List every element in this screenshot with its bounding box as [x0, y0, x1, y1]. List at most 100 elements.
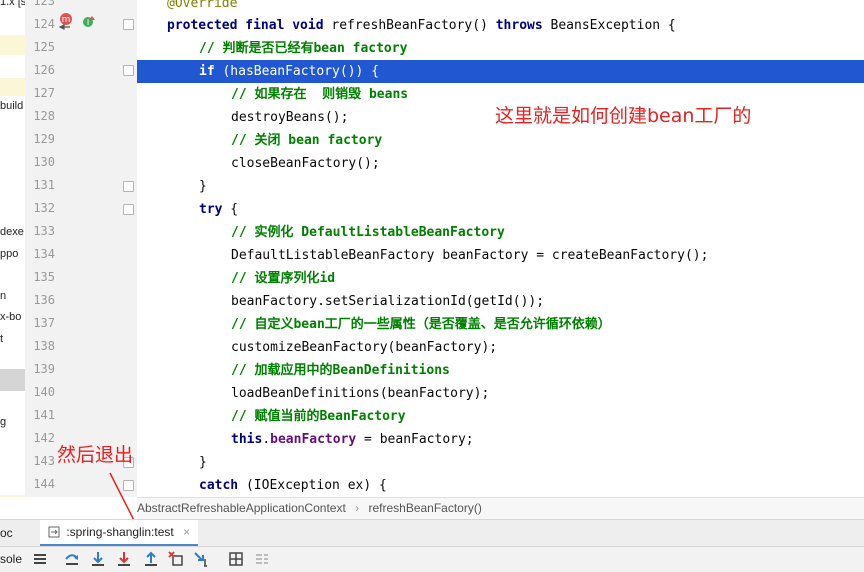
code-text: loadBeanDefinitions(beanFactory);	[231, 386, 490, 401]
implemented-icon[interactable]: I	[82, 14, 96, 30]
current-line: if (hasBeanFactory()) {	[137, 60, 864, 83]
code-text: }	[199, 179, 207, 194]
fold-marker[interactable]	[123, 19, 134, 30]
field-name: beanFactory	[270, 432, 357, 447]
line-number: 141	[33, 408, 55, 422]
code-line: // 关闭 bean factory	[137, 129, 864, 152]
breadcrumb-class[interactable]: AbstractRefreshableApplicationContext	[137, 501, 346, 515]
breadcrumb-method[interactable]: refreshBeanFactory()	[368, 501, 481, 515]
comment: // 实例化 DefaultListableBeanFactory	[231, 225, 505, 240]
code-line: }	[137, 451, 864, 474]
step-into-icon[interactable]	[89, 550, 107, 568]
code-line: // 实例化 DefaultListableBeanFactory	[137, 221, 864, 244]
step-out-icon[interactable]	[142, 550, 160, 568]
fold-marker[interactable]	[123, 65, 134, 76]
breadcrumb: AbstractRefreshableApplicationContext › …	[137, 497, 864, 519]
annotation-note: 然后退出	[57, 444, 134, 466]
keyword: try	[199, 202, 223, 217]
code-text: }	[199, 455, 207, 470]
tree-item-fragment[interactable]: x-bo	[0, 311, 21, 323]
step-over-icon[interactable]	[63, 550, 81, 568]
run-config-icon	[48, 526, 60, 538]
line-number: 128	[33, 109, 55, 123]
code-line: // 设置序列化id	[137, 267, 864, 290]
comment: // 自定义bean工厂的一些属性（是否覆盖、是否允许循环依赖）	[231, 317, 611, 332]
overrides-method-icon[interactable]: m	[58, 12, 76, 32]
fold-marker[interactable]	[123, 181, 134, 192]
line-number: 142	[33, 431, 55, 445]
code-line: loadBeanDefinitions(beanFactory);	[137, 382, 864, 405]
keyword: catch	[199, 478, 239, 493]
selected-row[interactable]	[0, 369, 25, 391]
annotation-note: 这里就是如何创建bean工厂的	[495, 105, 752, 127]
tree-item-fragment[interactable]: 1.x [s	[0, 0, 25, 8]
line-number: 124	[33, 17, 55, 31]
line-number: 140	[33, 385, 55, 399]
highlight-row	[0, 495, 25, 497]
tree-item-fragment[interactable]: ppo	[0, 248, 18, 260]
badge-i-text: I	[87, 18, 89, 27]
comment: // 判断是否已经有bean factory	[199, 41, 408, 56]
code-line: beanFactory.setSerializationId(getId());	[137, 290, 864, 313]
tree-item-fragment[interactable]: t	[0, 333, 3, 345]
code-line: closeBeanFactory();	[137, 152, 864, 175]
code-line: customizeBeanFactory(beanFactory);	[137, 336, 864, 359]
line-number: 134	[33, 247, 55, 261]
project-panel: 1.x [s build dexe ppo n x-bo t g	[0, 0, 26, 497]
line-number: 127	[33, 86, 55, 100]
line-number: 130	[33, 155, 55, 169]
tree-item-fragment[interactable]: n	[0, 290, 6, 302]
trace-icon[interactable]	[253, 550, 271, 568]
line-number: 138	[33, 339, 55, 353]
line-number: 135	[33, 270, 55, 284]
console-tab-fragment[interactable]: sole	[0, 552, 22, 566]
menu-icon[interactable]	[31, 550, 49, 568]
highlight-row	[0, 78, 25, 96]
annotation-text: @Override	[167, 0, 238, 11]
fold-marker[interactable]	[123, 204, 134, 215]
run-to-cursor-icon[interactable]	[193, 550, 211, 568]
line-number: 144	[33, 477, 55, 491]
code-text: DefaultListableBeanFactory beanFactory =…	[231, 248, 709, 263]
drop-frame-icon[interactable]	[167, 550, 185, 568]
code-text: {	[222, 202, 239, 217]
code-text: .	[262, 432, 271, 447]
keyword: if	[199, 64, 215, 79]
breadcrumb-separator: ›	[355, 501, 360, 515]
debug-toolbar: sole	[0, 546, 864, 572]
tree-item-fragment[interactable]: dexe	[0, 226, 24, 238]
comment: // 如果存在 则销毁 beans	[231, 87, 409, 102]
code-line: // 赋值当前的BeanFactory	[137, 405, 864, 428]
code-line: try {	[137, 198, 864, 221]
code-line: catch (IOException ex) {	[137, 474, 864, 497]
editor-gutter[interactable]: 123 124 125 126 127 128 129 130 131 132 …	[25, 0, 137, 497]
keyword: protected final void	[167, 18, 324, 33]
line-number: 129	[33, 132, 55, 146]
line-number: 136	[33, 293, 55, 307]
line-number: 139	[33, 362, 55, 376]
highlight-row	[0, 35, 25, 55]
tree-item-fragment[interactable]: build	[0, 100, 23, 112]
tab-label: :spring-shanglin:test	[66, 525, 174, 539]
fold-marker[interactable]	[123, 480, 134, 491]
code-text: (IOException ex) {	[238, 478, 387, 493]
tab-run-config[interactable]: :spring-shanglin:test ×	[40, 520, 199, 547]
code-text: destroyBeans();	[231, 110, 349, 125]
badge-m-text: m	[62, 15, 71, 25]
code-line: this.beanFactory = beanFactory;	[137, 428, 864, 451]
code-line: // 自定义bean工厂的一些属性（是否覆盖、是否允许循环依赖）	[137, 313, 864, 336]
code-editor[interactable]: @Override protected final void refreshBe…	[137, 0, 864, 497]
line-number: 125	[33, 40, 55, 54]
close-icon[interactable]: ×	[183, 525, 190, 539]
code-text: beanFactory.setSerializationId(getId());	[231, 294, 545, 309]
comment: // 设置序列化id	[231, 271, 336, 286]
line-number: 137	[33, 316, 55, 330]
code-text: = beanFactory;	[356, 432, 474, 447]
tab-fragment[interactable]: oc	[0, 526, 13, 540]
code-text: refreshBeanFactory()	[323, 18, 496, 33]
code-line: protected final void refreshBeanFactory(…	[137, 14, 864, 37]
evaluate-expression-icon[interactable]	[227, 550, 245, 568]
force-step-into-icon[interactable]	[115, 550, 133, 568]
tree-item-fragment[interactable]: g	[0, 416, 6, 428]
keyword: throws	[495, 18, 543, 33]
